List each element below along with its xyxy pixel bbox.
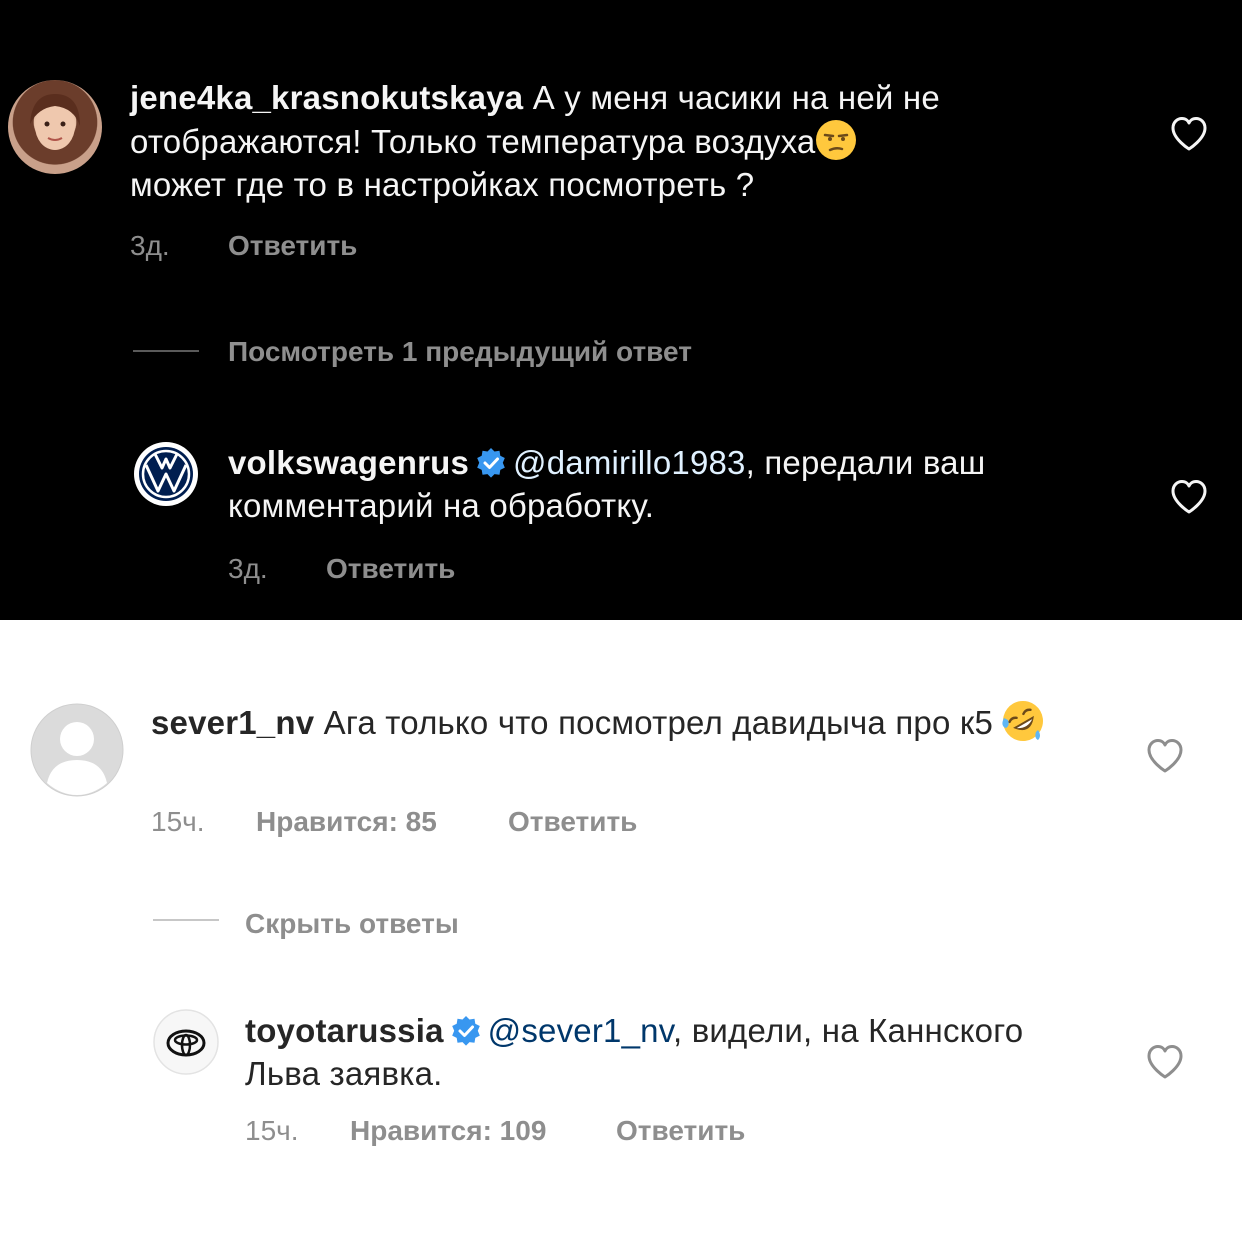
likes-count-button[interactable]: Нравится: 109 [350,1115,546,1147]
comment-body: jene4ka_krasnokutskaya А у меня часики н… [130,76,1130,206]
comment-text: Ага только что посмотрел давидыча про к5 [314,704,1003,741]
reply-mention-link[interactable]: @damirillo1983 [513,444,746,481]
hide-replies-button[interactable]: Скрыть ответы [245,908,459,940]
toyota-logo-icon [153,1009,219,1075]
comment-username[interactable]: sever1_nv [151,704,314,741]
avatar-volkswagenrus[interactable] [133,441,199,507]
avatar-sever1-nv[interactable] [30,703,124,797]
rolling-laughing-icon [1002,700,1044,742]
comment-body: sever1_nv Ага только что посмотрел давид… [151,700,1111,744]
like-heart-icon[interactable] [1146,1044,1184,1080]
comment-time: 15ч. [151,806,205,837]
volkswagen-logo-icon [134,442,198,506]
view-previous-replies-button[interactable]: Посмотреть 1 предыдущий ответ [228,336,692,368]
default-avatar-icon [30,703,124,797]
reply-button[interactable]: Ответить [616,1115,745,1147]
reply-button[interactable]: Ответить [228,230,357,262]
unamused-face-icon [815,119,857,161]
like-heart-icon[interactable] [1170,479,1208,515]
comment-username[interactable]: jene4ka_krasnokutskaya [130,79,523,116]
reply-button[interactable]: Ответить [326,553,455,585]
like-heart-icon[interactable] [1170,116,1208,152]
dark-comment-panel: jene4ka_krasnokutskaya А у меня часики н… [0,0,1242,620]
reply-body: toyotarussia @sever1_nv, видели, на Каннс… [245,1009,1105,1095]
replies-divider [133,350,199,352]
reply-time: 15ч. [245,1115,299,1146]
reply-mention-link[interactable]: @sever1_nv [488,1012,673,1049]
reply-username[interactable]: volkswagenrus [228,444,469,481]
comment-text-tail: может где то в настройках посмотреть ? [130,166,755,203]
light-comment-panel: sever1_nv Ага только что посмотрел давид… [0,620,1242,1242]
replies-divider [153,919,219,921]
reply-time: 3д. [228,553,268,584]
comment-time: 3д. [130,230,170,261]
likes-count-button[interactable]: Нравится: 85 [256,806,437,838]
reply-button[interactable]: Ответить [508,806,637,838]
like-heart-icon[interactable] [1146,738,1184,774]
avatar-jene4ka[interactable] [8,80,102,174]
avatar-toyotarussia[interactable] [153,1009,219,1075]
reply-username[interactable]: toyotarussia [245,1012,444,1049]
reply-body: volkswagenrus @damirillo1983, передали ва… [228,441,1128,527]
verified-badge-icon [450,1014,482,1046]
verified-badge-icon [475,446,507,478]
